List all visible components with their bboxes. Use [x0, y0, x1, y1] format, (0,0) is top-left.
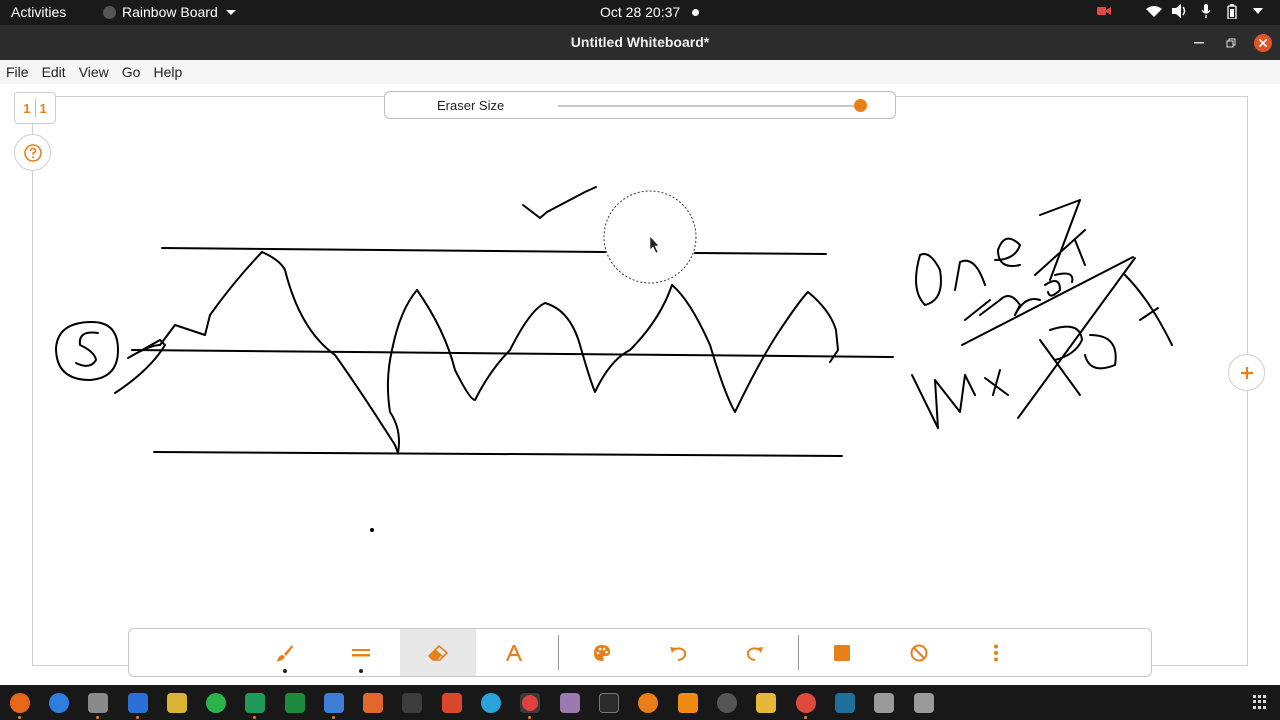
- whatsapp-icon[interactable]: [206, 693, 226, 713]
- eraser-size-label: Eraser Size: [437, 98, 505, 113]
- toolbar-divider: [558, 635, 559, 670]
- menu-edit[interactable]: Edit: [36, 64, 72, 80]
- palette-icon: [594, 644, 610, 661]
- writer-icon[interactable]: [128, 693, 148, 719]
- meet-icon[interactable]: [245, 693, 265, 719]
- active-indicator-dot: [359, 669, 363, 673]
- brush-icon: [276, 644, 293, 661]
- close-icon: [1259, 39, 1267, 47]
- rainbow-board-dock-icon[interactable]: [520, 693, 540, 719]
- undo-button[interactable]: [640, 629, 716, 676]
- text-icon: [506, 644, 522, 661]
- text-editor-icon[interactable]: [324, 693, 344, 719]
- close-button[interactable]: [1254, 34, 1272, 52]
- total-pages: 1: [39, 100, 47, 116]
- eraser-icon: [428, 644, 448, 661]
- app-icon[interactable]: [756, 693, 776, 713]
- minimize-button[interactable]: [1190, 34, 1208, 52]
- menu-bar: File Edit View Go Help: [0, 60, 1280, 84]
- app-icon[interactable]: [914, 693, 934, 713]
- help-icon: [23, 143, 42, 162]
- system-tray[interactable]: [1096, 3, 1266, 19]
- firefox-icon[interactable]: [10, 693, 30, 719]
- fill-color-icon: [834, 644, 850, 661]
- more-options-button[interactable]: [958, 629, 1034, 676]
- show-applications-icon[interactable]: [1253, 695, 1267, 709]
- eraser-size-slider-handle[interactable]: [854, 99, 867, 112]
- redo-button[interactable]: [717, 629, 793, 676]
- microphone-icon[interactable]: [1198, 3, 1214, 19]
- document-viewer-icon[interactable]: [442, 693, 462, 713]
- app-menu-label: Rainbow Board: [122, 4, 218, 20]
- chevron-down-icon: [225, 9, 236, 15]
- fill-color-button[interactable]: [804, 629, 880, 676]
- notification-dot: [692, 9, 699, 16]
- software-center-icon[interactable]: [363, 693, 383, 713]
- toolbar-divider: [798, 635, 799, 670]
- app-icon[interactable]: [835, 693, 855, 713]
- app-icon: [103, 5, 116, 19]
- minimize-icon: [1194, 42, 1204, 44]
- page-counter-divider: [34, 99, 36, 117]
- files-icon[interactable]: [88, 693, 108, 719]
- plus-icon: [1240, 366, 1253, 379]
- eraser-size-slider-track[interactable]: [558, 105, 861, 107]
- line-width-icon: [352, 648, 370, 656]
- telegram-icon[interactable]: [481, 693, 501, 713]
- calc-icon[interactable]: [285, 693, 305, 713]
- active-indicator-dot: [283, 669, 287, 673]
- menu-go[interactable]: Go: [116, 64, 147, 80]
- activities-button[interactable]: Activities: [11, 4, 66, 20]
- blender-icon[interactable]: [638, 693, 658, 713]
- wifi-icon[interactable]: [1146, 3, 1162, 19]
- screenshot-icon[interactable]: [560, 693, 580, 713]
- redo-icon: [746, 646, 763, 661]
- clock[interactable]: Oct 28 20:37: [600, 4, 680, 20]
- window-title-bar[interactable]: Untitled Whiteboard*: [0, 25, 1280, 60]
- menu-help[interactable]: Help: [147, 64, 188, 80]
- app-icon[interactable]: [402, 693, 422, 713]
- help-button[interactable]: [14, 134, 51, 171]
- app-icon[interactable]: [167, 693, 187, 713]
- chrome-icon[interactable]: [796, 693, 816, 719]
- line-width-tool-button[interactable]: [323, 629, 399, 676]
- system-menu-chevron-icon[interactable]: [1250, 3, 1266, 19]
- clear-board-button[interactable]: [881, 629, 957, 676]
- restore-icon: [1226, 38, 1236, 48]
- add-page-button[interactable]: [1228, 354, 1265, 391]
- window-title: Untitled Whiteboard*: [570, 34, 710, 50]
- current-page: 1: [23, 100, 31, 116]
- app-icon[interactable]: [874, 693, 894, 713]
- eraser-tool-button[interactable]: [400, 629, 476, 676]
- app-icon[interactable]: [717, 693, 737, 713]
- tool-bar: [128, 628, 1152, 677]
- page-counter[interactable]: 1 1: [14, 92, 56, 124]
- system-top-bar: Activities Rainbow Board Oct 28 20:37: [0, 0, 1280, 25]
- app-menu[interactable]: Rainbow Board: [103, 4, 236, 20]
- more-icon: [994, 644, 998, 661]
- brush-tool-button[interactable]: [247, 629, 323, 676]
- restore-button[interactable]: [1222, 34, 1240, 52]
- taskbar-dock: [0, 685, 1280, 720]
- eraser-size-panel: Eraser Size: [384, 91, 896, 119]
- terminal-icon[interactable]: [599, 693, 619, 713]
- screen-recording-icon[interactable]: [1096, 3, 1112, 19]
- palette-tool-button[interactable]: [564, 629, 640, 676]
- clear-icon: [910, 644, 928, 661]
- undo-icon: [670, 646, 687, 661]
- battery-icon[interactable]: [1224, 3, 1240, 19]
- thunderbird-icon[interactable]: [49, 693, 69, 713]
- whiteboard-canvas[interactable]: [32, 96, 1248, 666]
- vlc-icon[interactable]: [678, 693, 698, 713]
- volume-icon[interactable]: [1172, 3, 1188, 19]
- text-tool-button[interactable]: [476, 629, 552, 676]
- menu-view[interactable]: View: [73, 64, 115, 80]
- menu-file[interactable]: File: [0, 64, 35, 80]
